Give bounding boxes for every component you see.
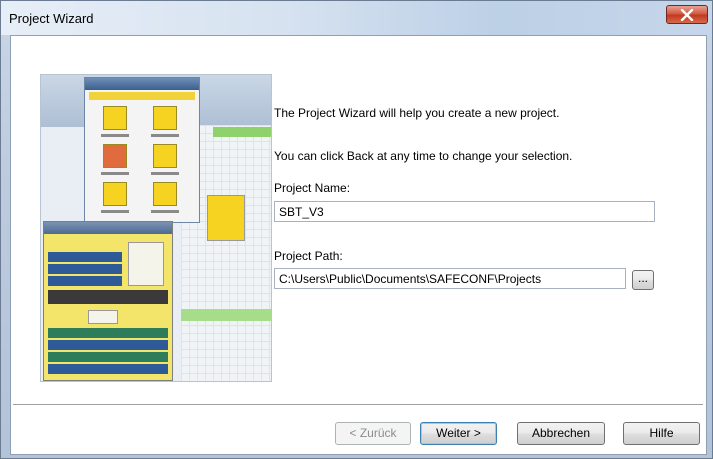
project-wizard-window: Project Wizard The Project Wizard will h… bbox=[0, 0, 713, 459]
project-name-label: Project Name: bbox=[274, 181, 351, 195]
close-x-icon bbox=[680, 8, 694, 21]
close-button[interactable] bbox=[666, 5, 708, 24]
browse-path-button[interactable]: ... bbox=[632, 270, 654, 290]
window-title: Project Wizard bbox=[9, 11, 94, 26]
help-button[interactable]: Hilfe bbox=[623, 422, 700, 445]
project-name-input[interactable]: SBT_V3 bbox=[274, 201, 655, 222]
button-divider bbox=[13, 404, 703, 406]
project-path-label: Project Path: bbox=[274, 249, 343, 263]
dialog-client-area: The Project Wizard will help you create … bbox=[10, 35, 707, 455]
wizard-preview-image bbox=[40, 74, 272, 382]
cancel-button[interactable]: Abbrechen bbox=[517, 422, 605, 445]
intro-text: The Project Wizard will help you create … bbox=[274, 106, 560, 120]
title-bar[interactable]: Project Wizard bbox=[1, 1, 712, 35]
project-path-input[interactable]: C:\Users\Public\Documents\SAFECONF\Proje… bbox=[274, 268, 626, 289]
next-button[interactable]: Weiter > bbox=[420, 422, 497, 445]
back-button[interactable]: < Zurück bbox=[335, 422, 411, 445]
hint-text: You can click Back at any time to change… bbox=[274, 149, 573, 163]
